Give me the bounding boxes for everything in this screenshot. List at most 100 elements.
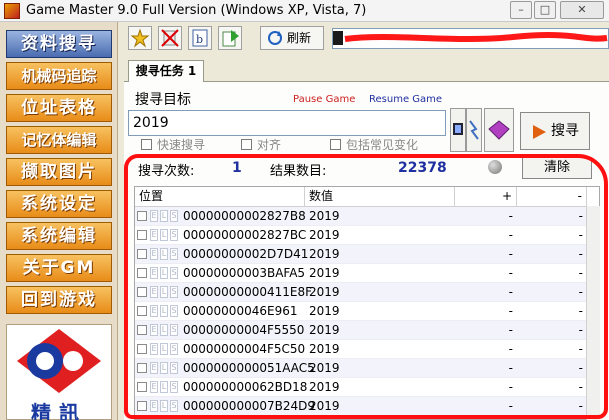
data-type-button[interactable] (450, 108, 466, 152)
search-button-label: 搜寻 (551, 123, 579, 139)
column-header-address[interactable]: 位置 (135, 187, 305, 207)
row-plus: - (508, 399, 513, 413)
row-checkbox[interactable] (137, 211, 147, 221)
flag-s-icon: S (170, 229, 178, 241)
row-checkbox[interactable] (137, 363, 147, 373)
row-plus: - (508, 285, 513, 299)
row-checkbox[interactable] (137, 344, 147, 354)
row-value: 2019 (309, 416, 449, 419)
search-count-label: 搜寻次数: (138, 164, 195, 179)
close-button[interactable]: ✕ (560, 1, 604, 19)
search-target-label: 搜寻目标 (135, 92, 191, 108)
flag-l-icon: L (160, 324, 168, 336)
table-row[interactable]: E L S 0000000000051AAC5 2019 - - (135, 359, 587, 378)
company-logo: 精訊 (6, 324, 112, 420)
common-variants-checkbox[interactable] (330, 139, 341, 150)
row-minus: - (578, 323, 583, 337)
delete-button[interactable] (158, 26, 182, 50)
row-minus: - (578, 209, 583, 223)
flag-e-icon: E (150, 362, 158, 374)
row-address: 00000000004F5550 (183, 323, 305, 337)
table-row[interactable]: E L S 00000000002827B8 2019 - - (135, 207, 587, 226)
minimize-button[interactable]: – (510, 1, 532, 19)
table-row[interactable]: E L S 000000000062BD18 2019 - - (135, 378, 587, 397)
row-plus: - (508, 266, 513, 280)
nav-item-capture-image[interactable]: 撷取图片 (6, 158, 112, 186)
flag-s-icon: S (170, 324, 178, 336)
row-value: 2019 (309, 399, 340, 413)
table-row[interactable]: E L S 00000000003BAFA5 2019 - - (135, 264, 587, 283)
result-count-label: 结果数目: (270, 164, 327, 179)
row-minus: - (578, 380, 583, 394)
text-tool-button[interactable]: b (188, 26, 212, 50)
new-search-button[interactable] (128, 26, 152, 50)
column-header-value[interactable]: 数值 (305, 187, 455, 207)
logo-text: 精訊 (31, 401, 87, 420)
column-header-plus[interactable]: + (455, 187, 517, 207)
nav-item-system-edit[interactable]: 系统编辑 (6, 222, 112, 250)
nav-item-code-trace[interactable]: 机械码追踪 (6, 62, 112, 90)
row-minus: - (578, 342, 583, 356)
text-search-button[interactable] (484, 108, 514, 152)
refresh-button[interactable]: 刷新 (260, 26, 324, 50)
nav-item-about[interactable]: 关于GM (6, 254, 112, 282)
nav-item-return-game[interactable]: 回到游戏 (6, 286, 112, 314)
flag-e-icon: E (150, 229, 158, 241)
table-row[interactable]: ELS0000000000AA1FA82019-- (135, 416, 587, 419)
table-row[interactable]: E L S 00000000004F5C50 2019 - - (135, 340, 587, 359)
row-checkbox[interactable] (137, 287, 147, 297)
flag-l-icon: L (160, 267, 168, 279)
nav-item-memory-edit[interactable]: 记忆体编辑 (6, 126, 112, 154)
table-row[interactable]: E L S 00000000002D7D41 2019 - - (135, 245, 587, 264)
table-row[interactable]: E L S 00000000004F5550 2019 - - (135, 321, 587, 340)
export-button[interactable] (218, 26, 242, 50)
resume-game-link[interactable]: Resume Game (369, 94, 442, 105)
row-plus: - (508, 304, 513, 318)
clear-button[interactable]: 清除 (522, 157, 592, 179)
row-checkbox[interactable] (137, 325, 147, 335)
row-checkbox[interactable] (137, 382, 147, 392)
table-scrollbar[interactable] (586, 206, 600, 420)
result-count-value: 22378 (398, 160, 447, 176)
row-checkbox[interactable] (137, 306, 147, 316)
nav-item-settings[interactable]: 系统设定 (6, 190, 112, 218)
nav-item-address-table[interactable]: 位址表格 (6, 94, 112, 122)
pause-game-link[interactable]: Pause Game (293, 94, 355, 105)
column-header-minus[interactable]: - (517, 187, 587, 207)
table-header: 位置 数值 + - (135, 187, 599, 207)
table-row[interactable]: E L S 00000000002827BC 2019 - - (135, 226, 587, 245)
table-row[interactable]: E L S 000000000007B24D9 2019- - (135, 397, 587, 416)
nav-item-data-search[interactable]: 资料搜寻 (6, 30, 112, 58)
row-plus: - (508, 342, 513, 356)
fuzzy-search-button[interactable] (466, 108, 482, 152)
row-checkbox[interactable] (137, 401, 147, 411)
row-plus: - (455, 416, 513, 419)
flag-s-icon: S (170, 305, 178, 317)
fast-search-checkbox[interactable] (141, 139, 152, 150)
row-address: 00000000002D7D41 (183, 247, 309, 261)
search-target-input[interactable]: 2019 (128, 110, 446, 136)
row-checkbox[interactable] (137, 249, 147, 259)
row-minus: - (578, 247, 583, 261)
align-checkbox[interactable] (241, 139, 252, 150)
table-row[interactable]: E L S 00000000046E961 2019 - - (135, 302, 587, 321)
row-checkbox[interactable] (137, 230, 147, 240)
row-minus: - (578, 266, 583, 280)
tab-search-task-1[interactable]: 搜寻任务 1 (128, 60, 204, 82)
row-address: 00000000002827BC (183, 228, 307, 242)
row-value: 2019 (309, 285, 340, 299)
row-checkbox[interactable] (137, 268, 147, 278)
maximize-button[interactable]: □ (534, 1, 556, 19)
app-icon (4, 3, 20, 19)
process-select[interactable] (332, 28, 609, 49)
search-button[interactable]: 搜寻 (520, 112, 590, 150)
row-minus: - (578, 285, 583, 299)
row-value: 2019 (309, 304, 340, 318)
table-row[interactable]: E L S 00000000000411E8F 2019 - - (135, 283, 587, 302)
flag-l-icon: L (160, 229, 168, 241)
row-value: 2019 (309, 361, 340, 375)
row-value: 2019 (309, 323, 340, 337)
row-address: 00000000000411E8F (183, 285, 313, 299)
text-doc-icon: b (192, 29, 208, 47)
row-minus: - (578, 304, 583, 318)
